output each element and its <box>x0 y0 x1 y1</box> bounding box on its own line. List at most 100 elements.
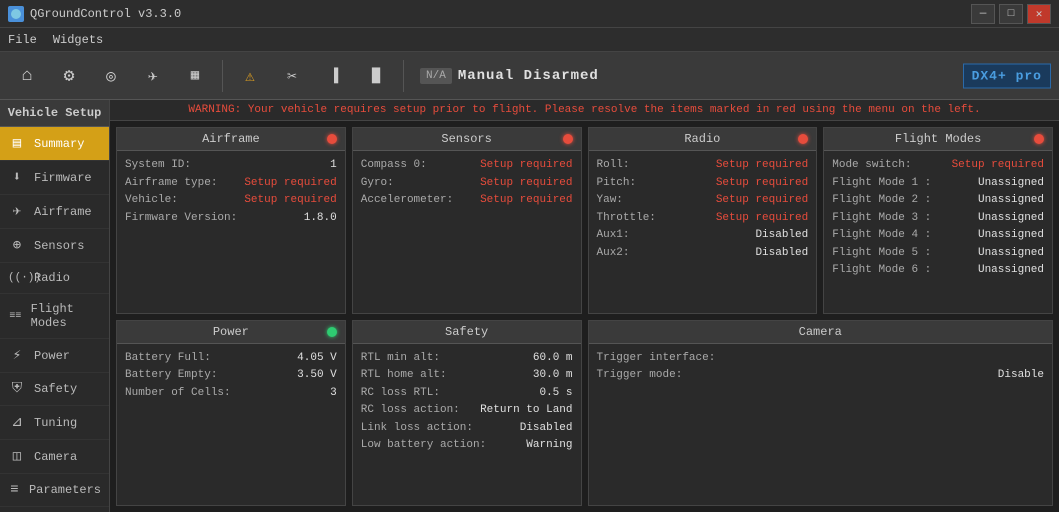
table-row: Throttle: Setup required <box>597 210 809 227</box>
flight-status: Manual Disarmed <box>458 68 599 84</box>
radio-card: Radio Roll: Setup required Pitch: Setup … <box>588 127 818 314</box>
safety-card: Safety RTL min alt: 60.0 m RTL home alt:… <box>352 320 582 507</box>
sidebar-item-tuning[interactable]: ⊿ Tuning <box>0 406 109 440</box>
value: Unassigned <box>978 262 1044 279</box>
airframe-icon: ✈ <box>8 203 26 220</box>
home-toolbar-btn[interactable]: ⌂ <box>8 57 46 95</box>
value: 3 <box>330 385 337 402</box>
table-row: Gyro: Setup required <box>361 175 573 192</box>
alert-toolbar-btn[interactable]: ⚠ <box>231 57 269 95</box>
label: Flight Mode 1 : <box>832 175 931 192</box>
label: Roll: <box>597 157 630 174</box>
label: Flight Mode 2 : <box>832 192 931 209</box>
table-row: RC loss action: Return to Land <box>361 402 573 419</box>
table-row: Compass 0: Setup required <box>361 157 573 174</box>
value: Disabled <box>755 245 808 262</box>
sidebar-label-sensors: Sensors <box>34 239 84 253</box>
sidebar-label-radio: Radio <box>34 271 70 285</box>
signal-toolbar-btn[interactable]: ▐ <box>315 57 353 95</box>
label: Firmware Version: <box>125 210 237 227</box>
value: Setup required <box>244 175 336 192</box>
airframe-card-header: Airframe <box>117 128 345 151</box>
sidebar-item-camera[interactable]: ◫ Camera <box>0 440 109 474</box>
table-row: Aux2: Disabled <box>597 245 809 262</box>
value: Warning <box>526 437 572 454</box>
camera-card-header: Camera <box>589 321 1053 344</box>
radio-icon: ((·)) <box>8 272 26 284</box>
value: Unassigned <box>978 175 1044 192</box>
safety-card-body: RTL min alt: 60.0 m RTL home alt: 30.0 m… <box>353 344 581 506</box>
sidebar-label-firmware: Firmware <box>34 171 92 185</box>
power-card-header: Power <box>117 321 345 344</box>
maximize-btn[interactable]: □ <box>999 4 1023 24</box>
settings-toolbar-btn[interactable]: ⚙ <box>50 57 88 95</box>
label: Throttle: <box>597 210 656 227</box>
table-row: Flight Mode 3 : Unassigned <box>832 210 1044 227</box>
sensors-card-header: Sensors <box>353 128 581 151</box>
label: Battery Empty: <box>125 367 217 384</box>
menu-file[interactable]: File <box>8 33 37 47</box>
label: Link loss action: <box>361 420 473 437</box>
camera-icon: ◫ <box>8 448 26 465</box>
value: Setup required <box>480 175 572 192</box>
table-row: Vehicle: Setup required <box>125 192 337 209</box>
table-row: Aux1: Disabled <box>597 227 809 244</box>
label: System ID: <box>125 157 191 174</box>
label: RTL min alt: <box>361 350 440 367</box>
radio-indicator <box>798 134 808 144</box>
value: 60.0 m <box>533 350 573 367</box>
table-row: Number of Cells: 3 <box>125 385 337 402</box>
sidebar-item-firmware[interactable]: ⬇ Firmware <box>0 161 109 195</box>
sidebar-item-sensors[interactable]: ⊕ Sensors <box>0 229 109 263</box>
table-row: Battery Full: 4.05 V <box>125 350 337 367</box>
sidebar-item-airframe[interactable]: ✈ Airframe <box>0 195 109 229</box>
menu-bar: File Widgets <box>0 28 1059 52</box>
value: Disabled <box>755 227 808 244</box>
close-btn[interactable]: ✕ <box>1027 4 1051 24</box>
bars-toolbar-btn[interactable]: ▐▌ <box>357 57 395 95</box>
sidebar-item-summary[interactable]: ▤ Summary <box>0 127 109 161</box>
send-toolbar-btn[interactable]: ✈ <box>134 57 172 95</box>
value: 1.8.0 <box>304 210 337 227</box>
sidebar-item-power[interactable]: ⚡ Power <box>0 339 109 373</box>
airframe-card: Airframe System ID: 1 Airframe type: Set… <box>116 127 346 314</box>
label: Accelerometer: <box>361 192 453 209</box>
label: Flight Mode 3 : <box>832 210 931 227</box>
table-row: Roll: Setup required <box>597 157 809 174</box>
summary-grid: Airframe System ID: 1 Airframe type: Set… <box>110 121 1059 512</box>
sensors-indicator <box>563 134 573 144</box>
table-row: Airframe type: Setup required <box>125 175 337 192</box>
minimize-btn[interactable]: — <box>971 4 995 24</box>
pattern-toolbar-btn[interactable]: ▦ <box>176 57 214 95</box>
value: Unassigned <box>978 210 1044 227</box>
sidebar-item-flight-modes[interactable]: ≡≡ Flight Modes <box>0 294 109 339</box>
sidebar-item-radio[interactable]: ((·)) Radio <box>0 263 109 294</box>
sidebar-item-safety[interactable]: ⛨ Safety <box>0 373 109 406</box>
airframe-card-body: System ID: 1 Airframe type: Setup requir… <box>117 151 345 313</box>
table-row: Flight Mode 1 : Unassigned <box>832 175 1044 192</box>
label: RTL home alt: <box>361 367 447 384</box>
sidebar-label-tuning: Tuning <box>34 416 77 430</box>
map-toolbar-btn[interactable]: ◎ <box>92 57 130 95</box>
na-badge: N/A <box>420 68 452 84</box>
value: Setup required <box>716 175 808 192</box>
toolbar-sep-1 <box>222 60 223 92</box>
table-row: Flight Mode 5 : Unassigned <box>832 245 1044 262</box>
power-card-title: Power <box>213 325 249 339</box>
table-row: Trigger interface: <box>597 350 1045 367</box>
value: Setup required <box>480 157 572 174</box>
table-row: RTL min alt: 60.0 m <box>361 350 573 367</box>
value: 30.0 m <box>533 367 573 384</box>
power-card: Power Battery Full: 4.05 V Battery Empty… <box>116 320 346 507</box>
sidebar-label-power: Power <box>34 349 70 363</box>
table-row: Flight Mode 6 : Unassigned <box>832 262 1044 279</box>
label: Aux2: <box>597 245 630 262</box>
sidebar-label-camera: Camera <box>34 450 77 464</box>
sidebar-item-parameters[interactable]: ≡ Parameters <box>0 474 109 507</box>
summary-icon: ▤ <box>8 135 26 152</box>
menu-widgets[interactable]: Widgets <box>53 33 103 47</box>
value: 1 <box>330 157 337 174</box>
airframe-indicator <box>327 134 337 144</box>
tools-toolbar-btn[interactable]: ✂ <box>273 57 311 95</box>
value: Setup required <box>480 192 572 209</box>
